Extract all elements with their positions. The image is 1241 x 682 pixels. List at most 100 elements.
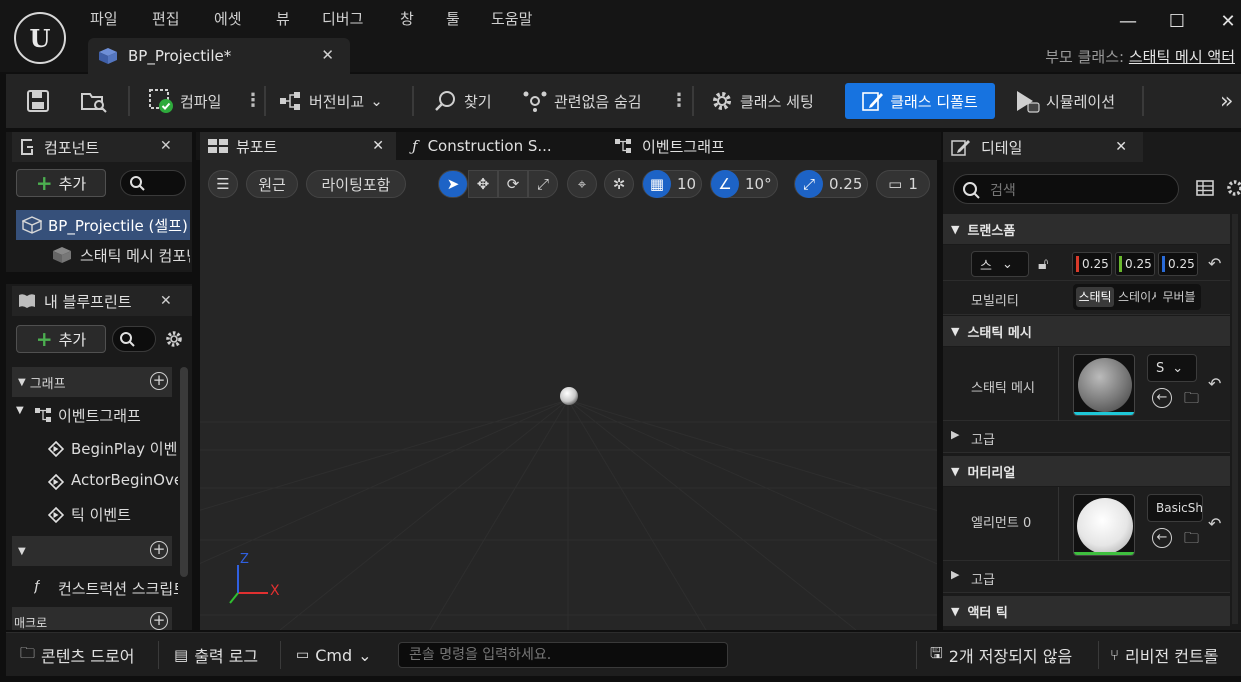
static-mesh-section[interactable]: ▼ 스태틱 메시 — [943, 316, 1230, 346]
class-settings-button[interactable]: 클래스 세팅 — [710, 74, 814, 128]
event-item-beginplay[interactable]: BeginPlay 이벤트 — [12, 433, 178, 463]
tab-viewport-close-icon[interactable]: ✕ — [372, 138, 384, 154]
select-mode-icon[interactable]: ➤ — [438, 170, 468, 198]
surface-snap-icon[interactable]: ✲ — [604, 170, 634, 198]
tab-event-graph[interactable]: 이벤트그래프 — [606, 132, 806, 160]
my-blueprint-close-icon[interactable]: ✕ — [160, 293, 172, 309]
menu-help[interactable]: 도움말 — [491, 8, 532, 30]
browse-asset-icon[interactable]: 🗀︎ — [1184, 388, 1199, 413]
unlock-icon[interactable]: 🔓︎ — [1038, 254, 1048, 274]
compile-button[interactable]: 컴파일 — [148, 74, 221, 128]
scrollbar[interactable] — [180, 367, 188, 577]
details-tab[interactable]: 디테일 ✕ — [943, 132, 1143, 162]
menu-asset[interactable]: 에셋 — [214, 8, 242, 30]
material-thumbnail[interactable] — [1073, 494, 1135, 556]
use-selected-icon[interactable]: ← — [1152, 388, 1172, 408]
save-icon[interactable] — [26, 74, 50, 128]
materials-section[interactable]: ▼ 머티리얼 — [943, 456, 1230, 486]
translate-mode-icon[interactable]: ✥ — [468, 170, 498, 198]
projectile-sphere[interactable] — [560, 387, 578, 405]
scale-x-field[interactable]: 0.25 — [1072, 252, 1112, 276]
minimize-icon[interactable]: — — [1118, 12, 1138, 32]
scale-z-field[interactable]: 0.25 — [1158, 252, 1198, 276]
menu-tools[interactable]: 툴 — [446, 8, 460, 30]
menu-debug[interactable]: 디버그 — [322, 8, 363, 30]
console-command-input[interactable]: 콘솔 명령을 입력하세요. — [398, 642, 728, 668]
hide-unrelated-button[interactable]: 관련없음 숨김 — [522, 74, 642, 128]
output-log-button[interactable]: ▤ 출력 로그 — [174, 633, 258, 677]
viewport-menu-button[interactable]: ☰ — [208, 170, 238, 198]
find-button[interactable]: 찾기 — [434, 74, 492, 128]
components-search-input[interactable] — [120, 170, 186, 196]
component-item-self[interactable]: BP_Projectile (셀프) — [16, 210, 190, 240]
event-item-actor-begin-overlap[interactable]: ActorBeginOverlap — [12, 466, 178, 496]
scale-mode-icon[interactable]: ⤢ — [528, 170, 558, 198]
add-function-icon[interactable]: + — [150, 541, 168, 559]
revision-control-button[interactable]: ⑂ 리비전 컨트롤 — [1110, 633, 1218, 677]
lighting-button[interactable]: 라이팅포함 — [306, 170, 406, 198]
gear-icon[interactable] — [1225, 179, 1241, 197]
details-close-icon[interactable]: ✕ — [1115, 139, 1127, 155]
hide-options-icon[interactable]: ⋮ — [670, 74, 688, 128]
diff-button[interactable]: 버전비교 ⌄ — [279, 74, 383, 128]
perspective-button[interactable]: 원근 — [246, 170, 298, 198]
unreal-logo-icon[interactable]: U — [14, 12, 66, 64]
components-add-button[interactable]: + 추가 — [16, 169, 106, 197]
cmd-dropdown[interactable]: ▭ Cmd ⌄ — [296, 633, 372, 677]
document-tab[interactable]: BP_Projectile* ✕ — [88, 38, 350, 74]
add-graph-icon[interactable]: + — [150, 372, 168, 390]
class-defaults-button[interactable]: 클래스 디폴트 — [845, 83, 995, 119]
details-search-input[interactable]: 검색 — [953, 174, 1179, 204]
mobility-movable-option[interactable]: 무버블 — [1160, 287, 1198, 307]
scale-mode-dropdown[interactable]: 스 ⌄ — [971, 251, 1029, 277]
component-item-static-mesh[interactable]: 스태틱 메시 컴포넌트 — [16, 240, 190, 270]
scale-y-field[interactable]: 0.25 — [1115, 252, 1155, 276]
add-macro-icon[interactable]: + — [150, 612, 168, 630]
material-picker[interactable]: BasicShapeMaterial — [1147, 494, 1203, 522]
menu-view[interactable]: 뷰 — [276, 8, 290, 30]
static-mesh-picker[interactable]: S ⌄ — [1147, 354, 1197, 382]
menu-window[interactable]: 창 — [400, 8, 414, 30]
simulation-button[interactable]: 시뮬레이션 — [1014, 74, 1115, 128]
rotation-snap-button[interactable]: ∠ 10° — [710, 170, 778, 198]
gear-icon[interactable] — [164, 329, 184, 349]
unsaved-button[interactable]: 🖫︎ 2개 저장되지 않음 — [930, 633, 1072, 677]
my-blueprint-add-button[interactable]: + 추가 — [16, 325, 106, 353]
parent-class-link[interactable]: 스태틱 메시 액터 — [1129, 48, 1235, 66]
reset-static-mesh-icon[interactable]: ↶ — [1208, 374, 1221, 393]
menu-file[interactable]: 파일 — [90, 8, 118, 30]
scale-snap-button[interactable]: ⤢ 0.25 — [794, 170, 868, 198]
macros-category[interactable]: 매크로 + — [12, 607, 172, 630]
browse-asset-icon[interactable]: 🗀︎ — [1184, 528, 1199, 553]
viewport[interactable]: X Z ☰ 원근 라이팅포함 ➤ ✥ ⟳ ⤢ ⌖ ✲ ▦ 10 ∠ 10° ⤢ … — [200, 160, 937, 630]
reset-material-icon[interactable]: ↶ — [1208, 514, 1221, 533]
reset-scale-icon[interactable]: ↶ — [1208, 254, 1221, 273]
content-drawer-button[interactable]: 🗀︎ 콘텐츠 드로어 — [20, 633, 134, 677]
mobility-static-option[interactable]: 스태틱 — [1076, 287, 1114, 307]
event-item-tick[interactable]: 틱 이벤트 — [12, 499, 178, 529]
mobility-stationary-option[interactable]: 스테이셔너리 — [1118, 287, 1156, 307]
local-world-icon[interactable]: ⌖ — [567, 170, 597, 198]
use-selected-icon[interactable]: ← — [1152, 528, 1172, 548]
browse-icon[interactable] — [80, 74, 108, 128]
actor-tick-section[interactable]: ▼ 액터 틱 — [943, 596, 1230, 626]
tab-construction-script[interactable]: ƒ Construction S... — [404, 132, 600, 160]
rotate-mode-icon[interactable]: ⟳ — [498, 170, 528, 198]
construction-script-item[interactable]: ƒ 컨스트럭션 스크립트 — [12, 573, 178, 603]
event-graph-item[interactable]: ▼ 이벤트그래프 — [12, 400, 178, 430]
static-mesh-thumbnail[interactable] — [1073, 354, 1135, 416]
maximize-icon[interactable]: ☐ — [1167, 12, 1187, 32]
functions-category[interactable]: ▼ + — [12, 536, 172, 566]
toolbar-overflow-icon[interactable]: » — [1220, 74, 1233, 128]
my-blueprint-search-input[interactable] — [112, 326, 156, 352]
close-icon[interactable]: ✕ — [1218, 12, 1238, 32]
transform-section[interactable]: ▼ 트랜스폼 — [943, 214, 1230, 244]
compile-options-icon[interactable]: ⋮ — [244, 74, 262, 128]
document-tab-close-icon[interactable]: ✕ — [321, 46, 334, 64]
table-view-icon[interactable] — [1196, 180, 1214, 196]
details-scrollbar[interactable] — [1232, 214, 1238, 624]
tab-viewport[interactable]: 뷰포트 ✕ — [200, 132, 396, 160]
menu-edit[interactable]: 편집 — [152, 8, 180, 30]
graph-category[interactable]: ▼ 그래프 + — [12, 367, 172, 397]
camera-speed-button[interactable]: ▭ 1 — [876, 170, 930, 198]
